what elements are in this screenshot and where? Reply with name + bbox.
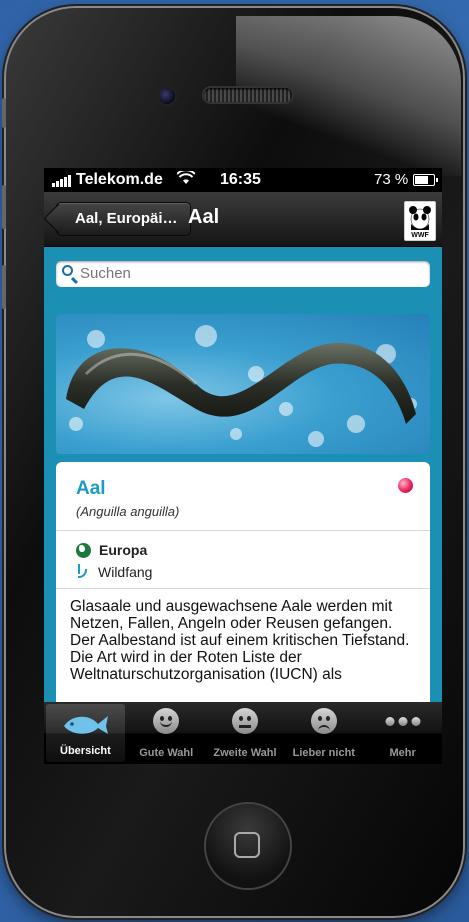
app-screen: Telekom.de 16:35 73 % Aal, Europäi… Aal … <box>44 168 442 764</box>
mute-switch[interactable] <box>2 98 6 128</box>
origin-row: Europa <box>76 542 147 558</box>
tab-good-choice[interactable]: Gute Wahl <box>127 702 206 764</box>
tab-overview[interactable]: Übersicht <box>46 704 125 762</box>
method-label: Wildfang <box>98 564 153 580</box>
page-title: Aal <box>188 206 220 228</box>
divider <box>56 530 430 531</box>
tab-label: Lieber nicht <box>292 747 355 759</box>
clock: 16:35 <box>220 171 261 188</box>
neutral-face-icon <box>231 708 258 734</box>
happy-face-icon <box>153 708 180 734</box>
tab-label: Mehr <box>389 747 416 759</box>
fish-icon <box>60 712 110 739</box>
tab-second-choice[interactable]: Zweite Wahl <box>206 702 285 764</box>
fish-photo <box>56 314 430 454</box>
navigation-bar: Aal, Europäi… Aal WWF <box>44 192 442 247</box>
tab-label: Zweite Wahl <box>213 747 277 759</box>
tab-rather-not[interactable]: Lieber nicht <box>284 702 363 764</box>
panda-icon <box>409 206 431 230</box>
search-field[interactable] <box>56 261 430 287</box>
species-latin-name: (Anguilla anguilla) <box>76 504 180 519</box>
battery-fill <box>415 176 429 184</box>
wwf-logo-text: WWF <box>411 232 429 239</box>
more-dots-icon <box>385 708 421 726</box>
wwf-logo[interactable]: WWF <box>404 201 436 241</box>
tab-label: Gute Wahl <box>139 747 194 759</box>
divider <box>56 588 430 589</box>
volume-up-button[interactable] <box>2 185 6 229</box>
front-camera <box>159 88 175 104</box>
tab-bar: Übersicht Gute Wahl Zweite Wahl Lieber n… <box>44 702 442 764</box>
species-description: Glasaale und ausgewachsene Aale werden m… <box>70 598 410 683</box>
volume-down-button[interactable] <box>2 265 6 309</box>
carrier-name: Telekom.de <box>76 171 163 188</box>
origin-label: Europa <box>99 542 148 558</box>
back-button[interactable]: Aal, Europäi… <box>56 202 191 236</box>
search-input[interactable] <box>80 265 410 282</box>
rating-indicator-icon <box>398 478 413 493</box>
signal-icon <box>52 175 71 187</box>
search-icon <box>62 265 73 276</box>
tab-more[interactable]: Mehr <box>363 702 442 764</box>
home-button[interactable] <box>206 804 290 888</box>
globe-icon <box>76 542 91 558</box>
species-name: Aal <box>76 478 106 499</box>
back-button-label: Aal, Europäi… <box>75 210 178 227</box>
method-row: Wildfang <box>76 564 152 580</box>
wifi-icon <box>176 169 196 188</box>
search-bar <box>44 247 442 297</box>
tab-label: Übersicht <box>60 745 111 757</box>
battery-icon <box>413 174 438 186</box>
sad-face-icon <box>310 708 337 734</box>
fishing-hook-icon <box>76 564 90 580</box>
species-card: Aal (Anguilla anguilla) Europa Wildfang … <box>56 462 430 722</box>
status-bar: Telekom.de 16:35 73 % <box>44 168 442 192</box>
home-square-icon <box>234 832 260 858</box>
earpiece-speaker <box>204 88 292 102</box>
battery-percentage: 73 % <box>374 171 409 188</box>
